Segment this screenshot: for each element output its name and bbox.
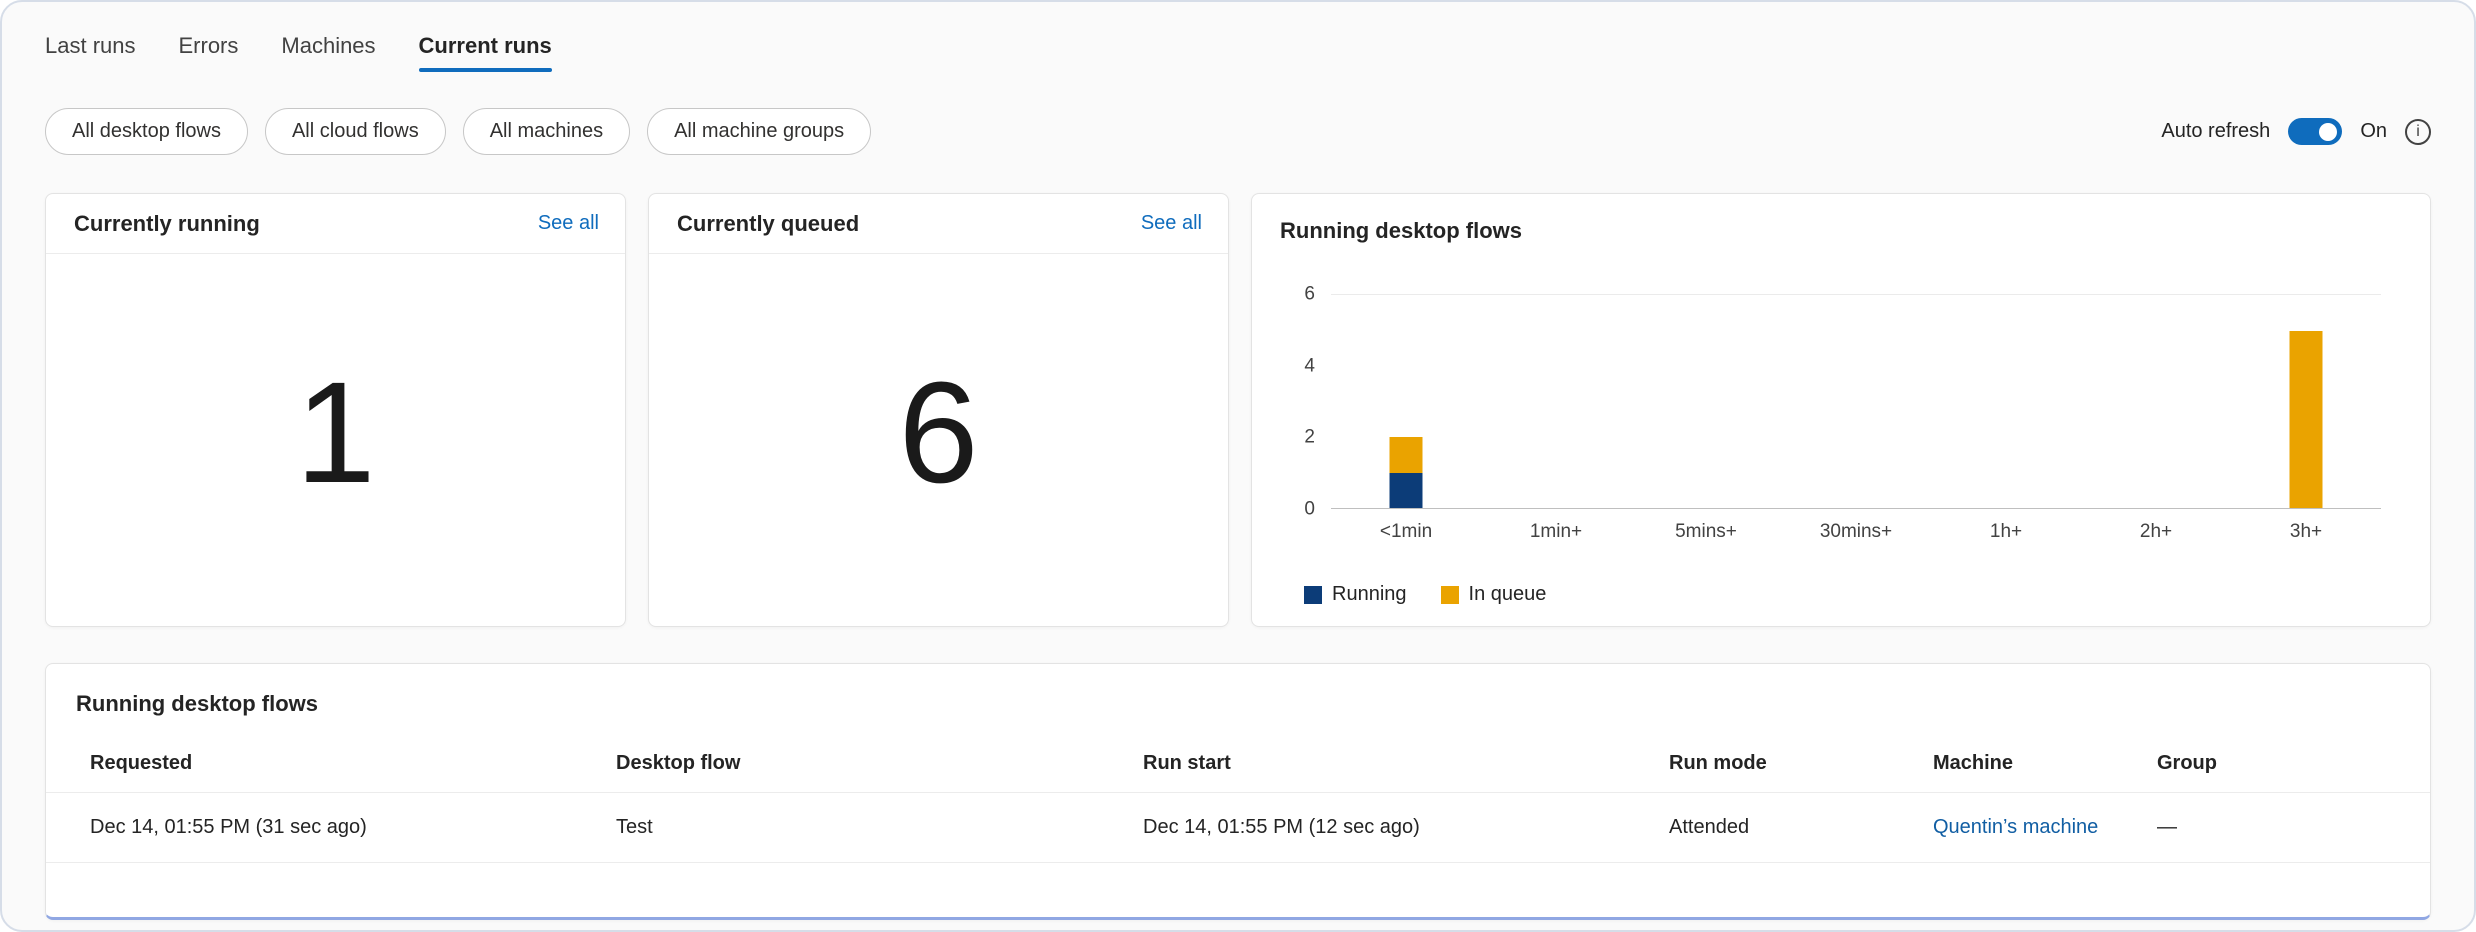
column-header-group: Group: [2157, 752, 2430, 775]
chart: 6 4 2 0 <1min 1min+ 5mins+ 30mins+ 1h+: [1331, 294, 2381, 543]
tab-errors[interactable]: Errors: [179, 32, 239, 72]
bar-1min: [1390, 295, 1423, 508]
auto-refresh-label: Auto refresh: [2161, 120, 2270, 143]
tab-current-runs[interactable]: Current runs: [419, 32, 552, 72]
bar-3h: [2290, 295, 2323, 508]
column-header-run-start: Run start: [1143, 752, 1669, 775]
legend-label-running: Running: [1332, 583, 1407, 606]
currently-queued-card: Currently queued See all 6: [648, 193, 1229, 627]
filter-all-machines[interactable]: All machines: [463, 108, 630, 155]
chart-plot: [1331, 294, 2381, 509]
running-desktop-flows-chart-card: Running desktop flows 6 4 2 0 <1min 1min…: [1251, 193, 2431, 627]
legend-swatch-in-queue: [1441, 586, 1459, 604]
card-title-currently-running: Currently running: [74, 211, 260, 237]
see-all-queued-link[interactable]: See all: [1141, 212, 1202, 235]
legend-swatch-running: [1304, 586, 1322, 604]
cell-requested: Dec 14, 01:55 PM (31 sec ago): [90, 816, 616, 839]
currently-running-count: 1: [46, 254, 625, 626]
y-tick: 4: [1304, 356, 1315, 375]
column-header-requested: Requested: [90, 752, 616, 775]
x-tick: 5mins+: [1631, 521, 1781, 543]
filter-all-machine-groups[interactable]: All machine groups: [647, 108, 871, 155]
tab-machines[interactable]: Machines: [281, 32, 375, 72]
x-tick: 3h+: [2231, 521, 2381, 543]
filter-pills: All desktop flows All cloud flows All ma…: [45, 108, 871, 155]
cell-run-start: Dec 14, 01:55 PM (12 sec ago): [1143, 816, 1669, 839]
cell-desktop-flow: Test: [616, 816, 1143, 839]
currently-running-card: Currently running See all 1: [45, 193, 626, 627]
y-tick: 0: [1304, 500, 1315, 519]
cell-machine-link[interactable]: Quentin’s machine: [1933, 816, 2157, 839]
toggle-knob: [2319, 123, 2337, 141]
column-header-desktop-flow: Desktop flow: [616, 752, 1143, 775]
x-tick: 2h+: [2081, 521, 2231, 543]
table-row[interactable]: Dec 14, 01:55 PM (31 sec ago) Test Dec 1…: [46, 793, 2430, 863]
bar-segment-running: [1390, 473, 1423, 508]
chart-y-axis: 6 4 2 0: [1275, 294, 1315, 509]
cell-run-mode: Attended: [1669, 816, 1933, 839]
auto-refresh-control: Auto refresh On i: [2161, 118, 2431, 145]
filter-all-cloud-flows[interactable]: All cloud flows: [265, 108, 446, 155]
table-header-row: Requested Desktop flow Run start Run mod…: [46, 735, 2430, 793]
y-tick: 2: [1304, 428, 1315, 447]
card-title-currently-queued: Currently queued: [677, 211, 859, 237]
info-icon[interactable]: i: [2405, 119, 2431, 145]
filter-all-desktop-flows[interactable]: All desktop flows: [45, 108, 248, 155]
auto-refresh-toggle[interactable]: [2288, 118, 2342, 145]
legend-item-in-queue: In queue: [1441, 583, 1547, 606]
summary-cards-row: Currently running See all 1 Currently qu…: [45, 193, 2431, 627]
x-tick: 30mins+: [1781, 521, 1931, 543]
chart-card-header: Running desktop flows: [1252, 194, 2430, 244]
chart-bars-layer: [1331, 295, 2381, 508]
page-content: Last runs Errors Machines Current runs A…: [2, 2, 2474, 920]
x-tick: <1min: [1331, 521, 1481, 543]
running-desktop-flows-table-card: Running desktop flows Requested Desktop …: [45, 663, 2431, 920]
x-tick: 1min+: [1481, 521, 1631, 543]
chart-card-title: Running desktop flows: [1280, 218, 2402, 244]
tab-bar: Last runs Errors Machines Current runs: [45, 2, 2431, 72]
auto-refresh-state: On: [2360, 120, 2387, 143]
table-title: Running desktop flows: [46, 664, 2430, 717]
bar-segment-in-queue: [1390, 437, 1423, 472]
see-all-running-link[interactable]: See all: [538, 212, 599, 235]
tab-last-runs[interactable]: Last runs: [45, 32, 136, 72]
cell-group: —: [2157, 816, 2430, 839]
x-tick: 1h+: [1931, 521, 2081, 543]
app-window: Last runs Errors Machines Current runs A…: [0, 0, 2476, 932]
filter-row: All desktop flows All cloud flows All ma…: [45, 108, 2431, 155]
bar-segment-in-queue: [2290, 331, 2323, 509]
legend-item-running: Running: [1304, 583, 1407, 606]
card-header: Currently running See all: [46, 194, 625, 254]
legend-label-in-queue: In queue: [1469, 583, 1547, 606]
chart-legend: Running In queue: [1304, 583, 2430, 606]
chart-x-axis: <1min 1min+ 5mins+ 30mins+ 1h+ 2h+ 3h+: [1331, 521, 2381, 543]
card-header: Currently queued See all: [649, 194, 1228, 254]
column-header-machine: Machine: [1933, 752, 2157, 775]
y-tick: 6: [1304, 285, 1315, 304]
currently-queued-count: 6: [649, 254, 1228, 626]
column-header-run-mode: Run mode: [1669, 752, 1933, 775]
